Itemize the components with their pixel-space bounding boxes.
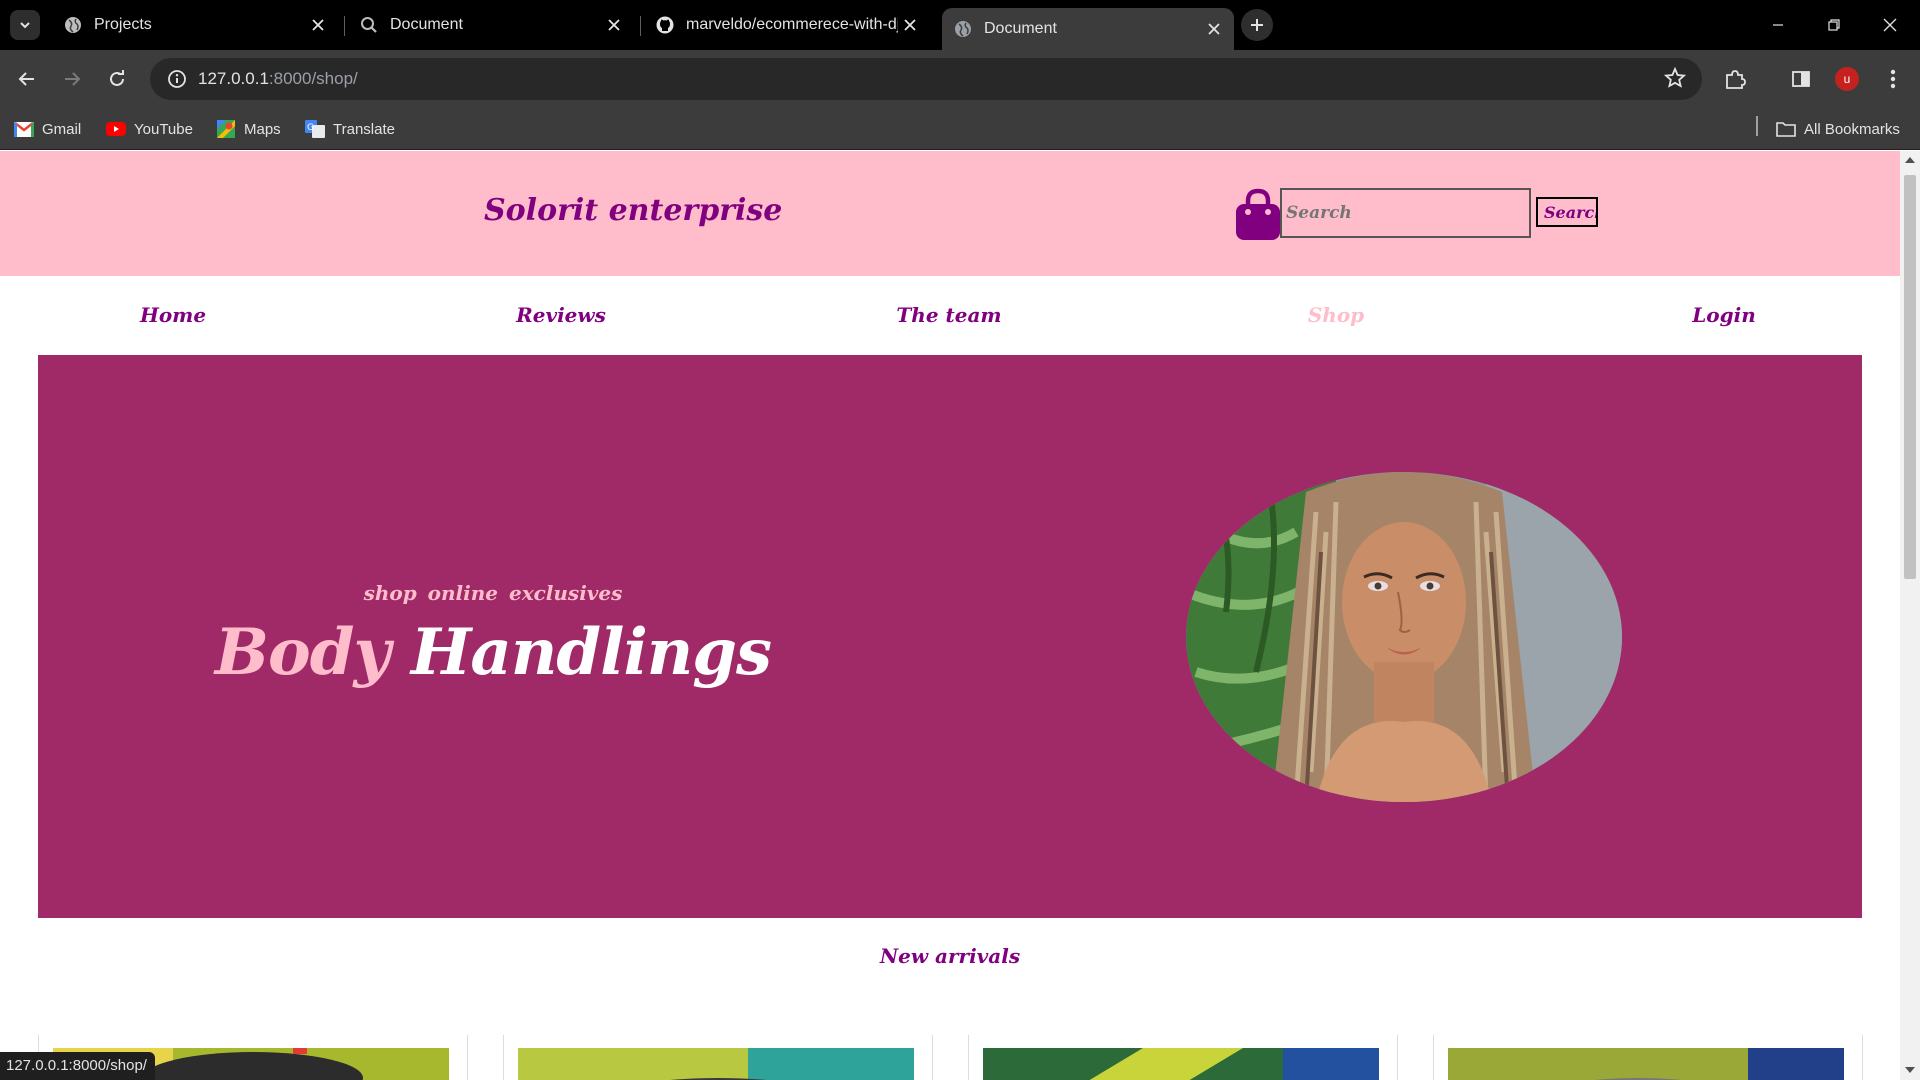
page-viewport: Solorit enterprise Search Home Reviews T… — [0, 151, 1900, 1080]
folder-icon — [1776, 120, 1796, 138]
product-card[interactable] — [503, 1035, 933, 1080]
side-panel-icon — [1792, 71, 1810, 87]
bookmark-label: YouTube — [134, 120, 193, 138]
nav-the-team[interactable]: The team — [896, 303, 1001, 327]
hero-title: Body Handlings — [38, 615, 948, 690]
hero-product-image — [1186, 472, 1622, 802]
globe-icon — [64, 16, 82, 34]
search-icon — [360, 16, 378, 34]
close-icon[interactable] — [898, 13, 922, 37]
url-text: 127.0.0.1:8000/shop/ — [198, 69, 358, 89]
search-input[interactable] — [1280, 188, 1531, 238]
close-icon — [1883, 18, 1897, 32]
svg-text:G: G — [307, 123, 314, 133]
restore-button[interactable] — [1806, 0, 1862, 50]
arrow-right-icon — [65, 72, 81, 86]
site-header: Solorit enterprise Search — [0, 151, 1900, 276]
globe-icon — [954, 20, 972, 38]
hero-kicker: shop online exclusives — [363, 581, 623, 605]
tab-strip: Projects Document marveldo/ecommerece-wi… — [0, 0, 1920, 50]
youtube-icon — [106, 120, 126, 138]
hero-banner: shop online exclusives Body Handlings — [38, 355, 1862, 918]
reload-button[interactable] — [100, 62, 134, 96]
restore-icon — [1828, 19, 1840, 31]
tab-github[interactable]: marveldo/ecommerece-with-dj — [644, 8, 930, 42]
translate-icon: G — [305, 120, 325, 138]
tab-title: Document — [984, 20, 1057, 37]
nav-reviews[interactable]: Reviews — [516, 303, 606, 327]
tab-separator — [344, 16, 345, 36]
scroll-up-icon[interactable] — [1905, 157, 1915, 163]
tab-separator — [640, 16, 641, 36]
tab-document-active[interactable]: Document — [942, 8, 1234, 50]
page-scrollbar[interactable] — [1900, 151, 1920, 1080]
section-title-new-arrivals: New arrivals — [879, 944, 1021, 968]
url-host: 127.0.0.1 — [198, 69, 269, 88]
plus-icon — [1251, 19, 1263, 31]
tab-title: marveldo/ecommerece-with-dj — [686, 16, 898, 33]
tab-search-button[interactable] — [10, 10, 40, 40]
hero-title-part2: Handlings — [410, 615, 772, 690]
minimize-icon — [1773, 24, 1783, 26]
scrollbar-thumb[interactable] — [1904, 175, 1916, 579]
link-status-bar: 127.0.0.1:8000/shop/ — [0, 1052, 155, 1080]
menu-button[interactable] — [1876, 62, 1910, 96]
url-path: :8000/shop/ — [268, 69, 358, 88]
reload-icon — [110, 70, 124, 86]
star-icon[interactable] — [1663, 66, 1687, 93]
arrow-left-icon — [18, 72, 34, 86]
search-button[interactable]: Search — [1536, 197, 1598, 227]
product-image — [1448, 1048, 1844, 1080]
bookmark-label: Gmail — [42, 120, 82, 138]
close-icon[interactable] — [306, 13, 330, 37]
nav-home[interactable]: Home — [140, 303, 206, 327]
bookmarks-bar: Gmail YouTube Maps G Translate All Bookm… — [0, 108, 1920, 150]
address-bar[interactable]: 127.0.0.1:8000/shop/ — [150, 58, 1702, 100]
more-vertical-icon — [1890, 69, 1896, 89]
github-icon — [656, 16, 674, 34]
puzzle-icon — [1726, 70, 1746, 89]
extensions-button[interactable] — [1718, 62, 1752, 96]
side-panel-button[interactable] — [1784, 62, 1818, 96]
product-image — [518, 1048, 914, 1080]
bookmark-label: All Bookmarks — [1804, 120, 1900, 138]
bookmark-label: Maps — [244, 120, 281, 138]
minimize-button[interactable] — [1750, 0, 1806, 50]
hero-title-part1: Body — [214, 615, 391, 690]
tab-title: Projects — [94, 16, 152, 33]
close-icon[interactable] — [1202, 17, 1226, 41]
close-icon[interactable] — [602, 13, 626, 37]
window-close-button[interactable] — [1862, 0, 1918, 50]
product-card[interactable] — [1433, 1035, 1863, 1080]
profile-button[interactable]: u — [1830, 62, 1864, 96]
bookmark-gmail[interactable]: Gmail — [14, 116, 81, 142]
all-bookmarks-button[interactable]: All Bookmarks — [1776, 116, 1900, 142]
gmail-icon — [14, 120, 34, 138]
bookmarks-divider — [1756, 116, 1758, 136]
bookmark-maps[interactable]: Maps — [216, 116, 281, 142]
maps-icon — [216, 120, 236, 138]
tab-projects[interactable]: Projects — [52, 8, 338, 42]
chevron-down-icon — [20, 22, 30, 29]
back-button[interactable] — [10, 62, 44, 96]
brand-logo[interactable]: Solorit enterprise — [484, 193, 782, 228]
scroll-down-icon[interactable] — [1905, 1067, 1915, 1073]
product-image — [983, 1048, 1379, 1080]
site-info-icon[interactable] — [156, 69, 198, 89]
main-nav: Home Reviews The team Shop Login — [0, 276, 1900, 356]
new-tab-button[interactable] — [1241, 9, 1273, 41]
bookmark-translate[interactable]: G Translate — [305, 116, 395, 142]
nav-login[interactable]: Login — [1692, 303, 1756, 327]
bookmark-label: Translate — [333, 120, 395, 138]
avatar: u — [1835, 67, 1859, 91]
nav-shop[interactable]: Shop — [1308, 303, 1364, 327]
browser-toolbar: 127.0.0.1:8000/shop/ u — [0, 50, 1920, 108]
forward-button[interactable] — [55, 62, 89, 96]
tab-title: Document — [390, 16, 463, 33]
product-card[interactable] — [968, 1035, 1398, 1080]
shopping-bag-icon[interactable] — [1236, 188, 1280, 240]
tab-document-1[interactable]: Document — [348, 8, 634, 42]
bookmark-youtube[interactable]: YouTube — [106, 116, 193, 142]
